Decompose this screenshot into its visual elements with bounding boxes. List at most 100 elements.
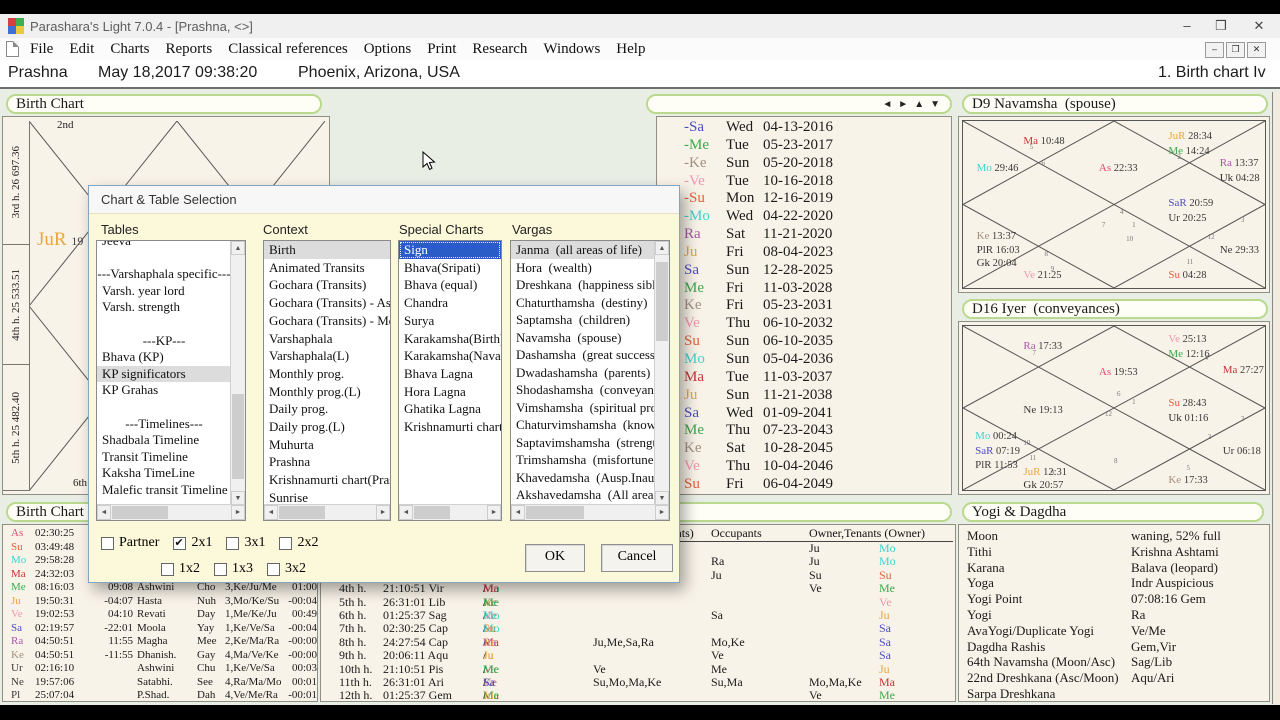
- menu-item-options[interactable]: Options: [356, 38, 420, 60]
- checkbox-3x1[interactable]: 3x1: [226, 535, 265, 551]
- context-listbox[interactable]: Birth Animated Transits Gochara (Transits)…: [263, 240, 391, 521]
- checkbox-unchecked-icon[interactable]: [226, 536, 240, 550]
- list-item[interactable]: Birth: [264, 241, 390, 259]
- scroll-right-icon[interactable]: ►: [655, 505, 669, 520]
- vimshottari-next-icon[interactable]: ►: [898, 99, 910, 110]
- vimshottari-down-icon[interactable]: ▼: [930, 99, 942, 110]
- list-item[interactable]: Khavedamsha (Ausp.Inauspicious): [511, 469, 655, 487]
- window-maximize-icon[interactable]: ❒: [1204, 16, 1238, 36]
- checkbox-3x2[interactable]: 3x2: [267, 561, 306, 577]
- checkbox-2x2[interactable]: 2x2: [279, 535, 318, 551]
- list-item[interactable]: Akshavedamsha (All areas): [511, 486, 655, 504]
- list-item[interactable]: Varshaphala(L): [264, 347, 390, 365]
- list-item[interactable]: Chaturthamsha (destiny): [511, 294, 655, 312]
- checkbox-partner[interactable]: Partner: [101, 535, 159, 551]
- list-item[interactable]: Bhava(Sripati): [399, 259, 501, 277]
- list-item[interactable]: Saptamsha (children): [511, 311, 655, 329]
- scroll-down-icon[interactable]: ▼: [231, 491, 245, 505]
- list-item[interactable]: Shodashamsha (conveyances): [511, 381, 655, 399]
- vimshottari-up-icon[interactable]: ▲: [914, 99, 926, 110]
- scroll-right-icon[interactable]: ►: [231, 505, 245, 520]
- list-item[interactable]: Karakamsha(Birth): [399, 330, 501, 348]
- list-item[interactable]: Saptavimshamsha (strength): [511, 434, 655, 452]
- list-item[interactable]: Trimshamsha (misfortunes): [511, 451, 655, 469]
- horizontal-scrollbar[interactable]: ◄ ►: [97, 504, 245, 520]
- vargas-listbox[interactable]: Janma (all areas of life) Hora (wealth) Dr…: [510, 240, 670, 521]
- list-item[interactable]: Muhurta: [264, 436, 390, 454]
- list-item[interactable]: Karakamsha(Navamsha): [399, 347, 501, 365]
- scrollbar-thumb[interactable]: [414, 506, 450, 519]
- checkbox-1x3[interactable]: 1x3: [214, 561, 253, 577]
- list-item[interactable]: Gochara (Transits): [264, 276, 390, 294]
- list-item[interactable]: Navamsha (spouse): [511, 329, 655, 347]
- list-item[interactable]: Malefic transit Timeline: [97, 482, 231, 499]
- scroll-right-icon[interactable]: ►: [376, 505, 390, 520]
- list-item[interactable]: ---Timelines---: [97, 416, 231, 433]
- list-item[interactable]: Shadbala Timeline: [97, 432, 231, 449]
- document-icon[interactable]: [6, 41, 19, 57]
- checkbox-checked-icon[interactable]: [173, 536, 187, 550]
- list-item[interactable]: Prashna: [264, 453, 390, 471]
- window-minimize-icon[interactable]: –: [1170, 16, 1204, 36]
- list-item[interactable]: Bhava (equal): [399, 276, 501, 294]
- checkbox-2x1[interactable]: 2x1: [173, 535, 212, 551]
- horizontal-scrollbar[interactable]: ◄ ►: [399, 504, 501, 520]
- special-charts-listbox[interactable]: Sign Bhava(Sripati) Bhava (equal) Chandra Su…: [398, 240, 502, 521]
- list-item[interactable]: ---KP---: [97, 333, 231, 350]
- scroll-left-icon[interactable]: ◄: [264, 505, 278, 520]
- list-item[interactable]: Vimshamsha (spiritual progress): [511, 399, 655, 417]
- list-item[interactable]: Varsh. year lord: [97, 283, 231, 300]
- cancel-button[interactable]: Cancel: [601, 544, 673, 572]
- list-item[interactable]: Transit Timeline: [97, 449, 231, 466]
- window-close-icon[interactable]: ✕: [1242, 16, 1276, 36]
- checkbox-unchecked-icon[interactable]: [267, 562, 280, 576]
- scroll-up-icon[interactable]: ▲: [231, 241, 245, 255]
- checkbox-unchecked-icon[interactable]: [161, 562, 174, 576]
- dialog-titlebar[interactable]: Chart & Table Selection: [89, 186, 679, 214]
- list-item[interactable]: Kaksha TimeLine: [97, 465, 231, 482]
- vimshottari-prev-icon[interactable]: ◄: [882, 99, 894, 110]
- list-item[interactable]: Animated Transits: [264, 259, 390, 277]
- list-item[interactable]: Surya: [399, 312, 501, 330]
- horizontal-scrollbar[interactable]: ◄ ►: [264, 504, 390, 520]
- list-item[interactable]: Dwadashamsha (parents): [511, 364, 655, 382]
- list-item[interactable]: Dreshkana (happiness siblings): [511, 276, 655, 294]
- list-item[interactable]: Varshaphala: [264, 330, 390, 348]
- list-item[interactable]: Gochara (Transits) - Asc: [264, 294, 390, 312]
- list-item[interactable]: Sunrise: [264, 489, 390, 505]
- checkbox-unchecked-icon[interactable]: [101, 536, 114, 550]
- scrollbar-thumb[interactable]: [232, 394, 244, 479]
- list-item[interactable]: KP Grahas: [97, 382, 231, 399]
- list-item[interactable]: Bhava Lagna: [399, 365, 501, 383]
- scrollbar-thumb[interactable]: [279, 506, 325, 519]
- scroll-left-icon[interactable]: ◄: [97, 505, 111, 520]
- horizontal-scrollbar[interactable]: ◄ ►: [511, 504, 669, 520]
- scroll-down-icon[interactable]: ▼: [655, 491, 669, 505]
- list-item[interactable]: Varsh. strength: [97, 299, 231, 316]
- checkbox-1x2[interactable]: 1x2: [161, 561, 200, 577]
- list-item[interactable]: Krishnamurti chart(Prashna): [264, 471, 390, 489]
- checkbox-unchecked-icon[interactable]: [214, 562, 227, 576]
- list-item[interactable]: Dashamsha (great successes): [511, 346, 655, 364]
- menu-item-help[interactable]: Help: [608, 38, 653, 60]
- list-item[interactable]: Ghatika Lagna: [399, 400, 501, 418]
- mdi-close-icon[interactable]: ✕: [1247, 42, 1266, 58]
- list-item[interactable]: Jeeva: [97, 241, 231, 250]
- list-item[interactable]: Daily prog.: [264, 400, 390, 418]
- mdi-minimize-icon[interactable]: –: [1205, 42, 1224, 58]
- menu-item-research[interactable]: Research: [464, 38, 535, 60]
- vertical-scrollbar[interactable]: ▲ ▼: [654, 241, 669, 505]
- menu-item-print[interactable]: Print: [419, 38, 464, 60]
- menu-item-classical-references[interactable]: Classical references: [220, 38, 356, 60]
- list-item[interactable]: KP significators: [97, 365, 231, 383]
- scroll-right-icon[interactable]: ►: [487, 505, 501, 520]
- menu-item-reports[interactable]: Reports: [158, 38, 221, 60]
- list-item[interactable]: Krishnamurti chart: [399, 418, 501, 436]
- list-item[interactable]: ---Varshaphala specific---: [97, 266, 231, 283]
- checkbox-unchecked-icon[interactable]: [279, 536, 293, 550]
- list-item[interactable]: Hora Lagna: [399, 383, 501, 401]
- scroll-left-icon[interactable]: ◄: [399, 505, 413, 520]
- scrollbar-thumb[interactable]: [656, 262, 668, 342]
- menu-item-file[interactable]: File: [22, 38, 61, 60]
- list-item[interactable]: Bhava (KP): [97, 349, 231, 366]
